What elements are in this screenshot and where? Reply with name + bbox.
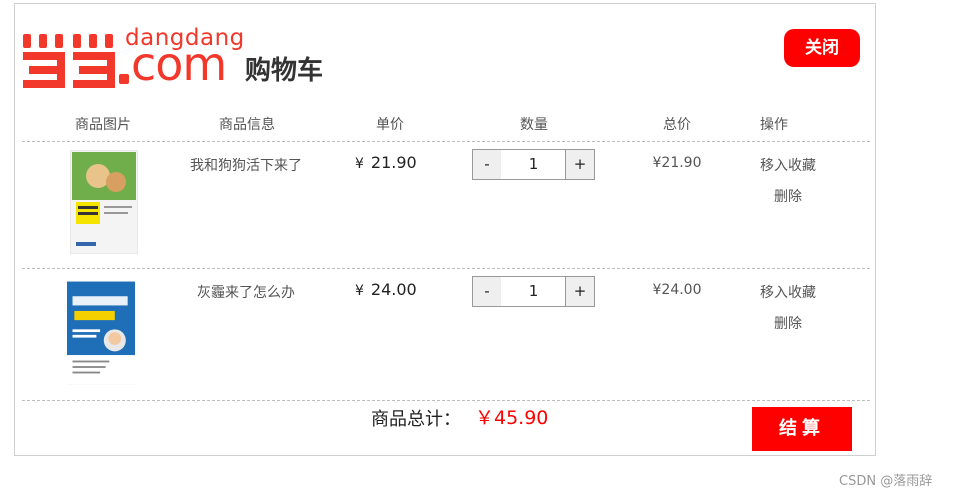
- unit-price: ¥21.90: [355, 153, 417, 172]
- increase-button[interactable]: +: [565, 149, 595, 180]
- header-qty: 数量: [520, 117, 548, 133]
- cart-row: 灰霾来了怎么办 ¥24.00 - 1 + ¥24.00 移入收藏 删除: [15, 269, 877, 395]
- quantity-input[interactable]: 1: [501, 276, 566, 307]
- currency-symbol: ¥: [355, 283, 364, 299]
- book-cover-image: [70, 150, 138, 254]
- item-total: ¥21.90: [652, 155, 702, 171]
- book-cover-image: [67, 281, 135, 385]
- watermark: CSDN @落雨辞: [839, 474, 933, 489]
- price-value: 21.90: [370, 153, 417, 172]
- grand-total-value: ￥45.90: [475, 407, 549, 429]
- currency-symbol: ¥: [355, 156, 364, 172]
- header-ops: 操作: [760, 117, 788, 133]
- checkout-button[interactable]: 结算: [752, 407, 852, 451]
- header-image: 商品图片: [75, 117, 131, 133]
- dangdang-logo-mark: [23, 34, 115, 88]
- logo-com-text: com: [131, 37, 227, 91]
- move-to-favorites-link[interactable]: 移入收藏: [753, 155, 823, 175]
- item-name: 灰霾来了怎么办: [197, 285, 295, 301]
- header-total: 总价: [663, 117, 691, 133]
- item-name: 我和狗狗活下来了: [190, 158, 302, 174]
- quantity-stepper: - 1 +: [472, 276, 596, 307]
- cart-row: 我和狗狗活下来了 ¥21.90 - 1 + ¥21.90 移入收藏 删除: [15, 142, 877, 268]
- delete-link[interactable]: 删除: [753, 313, 823, 333]
- decrease-button[interactable]: -: [472, 149, 502, 180]
- close-button[interactable]: 关闭: [784, 29, 860, 67]
- delete-link[interactable]: 删除: [753, 186, 823, 206]
- item-total: ¥24.00: [652, 282, 702, 298]
- decrease-button[interactable]: -: [472, 276, 502, 307]
- divider: [22, 400, 870, 401]
- shopping-cart-panel: dangdang com 购物车 关闭 商品图片 商品信息 单价 数量 总价 操…: [14, 3, 876, 456]
- header-price: 单价: [376, 117, 404, 133]
- logo-dot: [119, 74, 129, 84]
- logo-cart-text: 购物车: [245, 56, 324, 86]
- move-to-favorites-link[interactable]: 移入收藏: [753, 282, 823, 302]
- quantity-stepper: - 1 +: [472, 149, 596, 180]
- price-value: 24.00: [370, 280, 417, 299]
- increase-button[interactable]: +: [565, 276, 595, 307]
- header-info: 商品信息: [219, 117, 275, 133]
- unit-price: ¥24.00: [355, 280, 417, 299]
- grand-total-label: 商品总计：: [371, 409, 461, 430]
- dangdang-logo: dangdang com 购物车: [21, 26, 341, 91]
- quantity-input[interactable]: 1: [501, 149, 566, 180]
